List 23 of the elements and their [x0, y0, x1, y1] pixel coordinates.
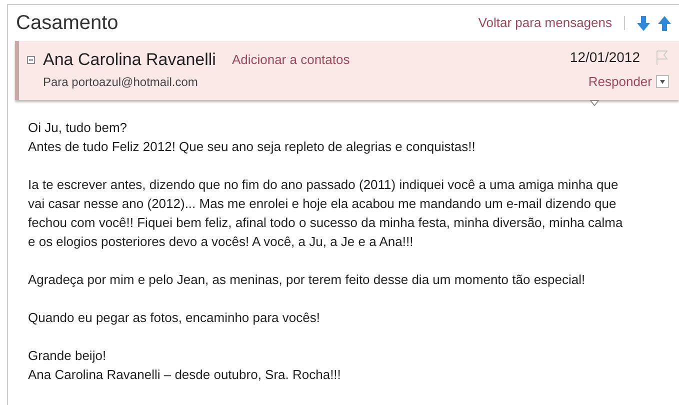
reply-link[interactable]: Responder [588, 72, 652, 92]
reply-options-button[interactable] [656, 75, 669, 88]
expand-arrow-icon[interactable] [590, 100, 599, 106]
conversation-title: Casamento [16, 13, 118, 33]
message-line: e os elogios posteriores devo a vocês! A você, a Ju, a Je e a Ana!!! [28, 232, 414, 250]
message-line: Antes de tudo Feliz 2012! Que seu ano seja repleto de alegrias e conquistas!! [28, 138, 476, 156]
message-line: Agradeça por mim e pelo Jean, as meninas, por terem feito desse dia um momento tão especial! [28, 270, 586, 288]
message-line: Quando eu pegar as fotos, encaminho para vocês! [28, 308, 321, 326]
back-to-messages-link[interactable]: Voltar para mensagens [478, 13, 612, 33]
message-line: Oi Ju, tudo bem? [28, 118, 128, 136]
sender-name: Ana Carolina Ravanelli [43, 49, 216, 71]
message-date: 12/01/2012 [570, 48, 640, 67]
down-arrow-icon[interactable] [637, 16, 650, 30]
message-line: vai casar nesse ano (2012)... Mas me enrolei e hoje ela acabou me mandando um e-mail dizendo que [28, 194, 618, 212]
add-contact-link[interactable]: Adicionar a contatos [232, 50, 350, 70]
collapse-icon[interactable] [27, 56, 35, 64]
caret-icon [660, 80, 665, 84]
up-arrow-icon[interactable] [658, 16, 671, 30]
message-line: Ana Carolina Ravanelli – desde outubro, Sra. Rocha!!! [28, 366, 342, 384]
message-line: Grande beijo! [28, 346, 108, 364]
message-line: Ia te escrever antes, dizendo que no fim do ano passado (2011) indiquei você a uma amiga minha que [28, 176, 620, 194]
message-line: fechou com você!! Fiquei bem feliz, afinal todo o sucesso da minha festa, minha diversão, minha calma [28, 214, 624, 232]
recipient-text: Para portoazul@hotmail.com [43, 74, 199, 90]
